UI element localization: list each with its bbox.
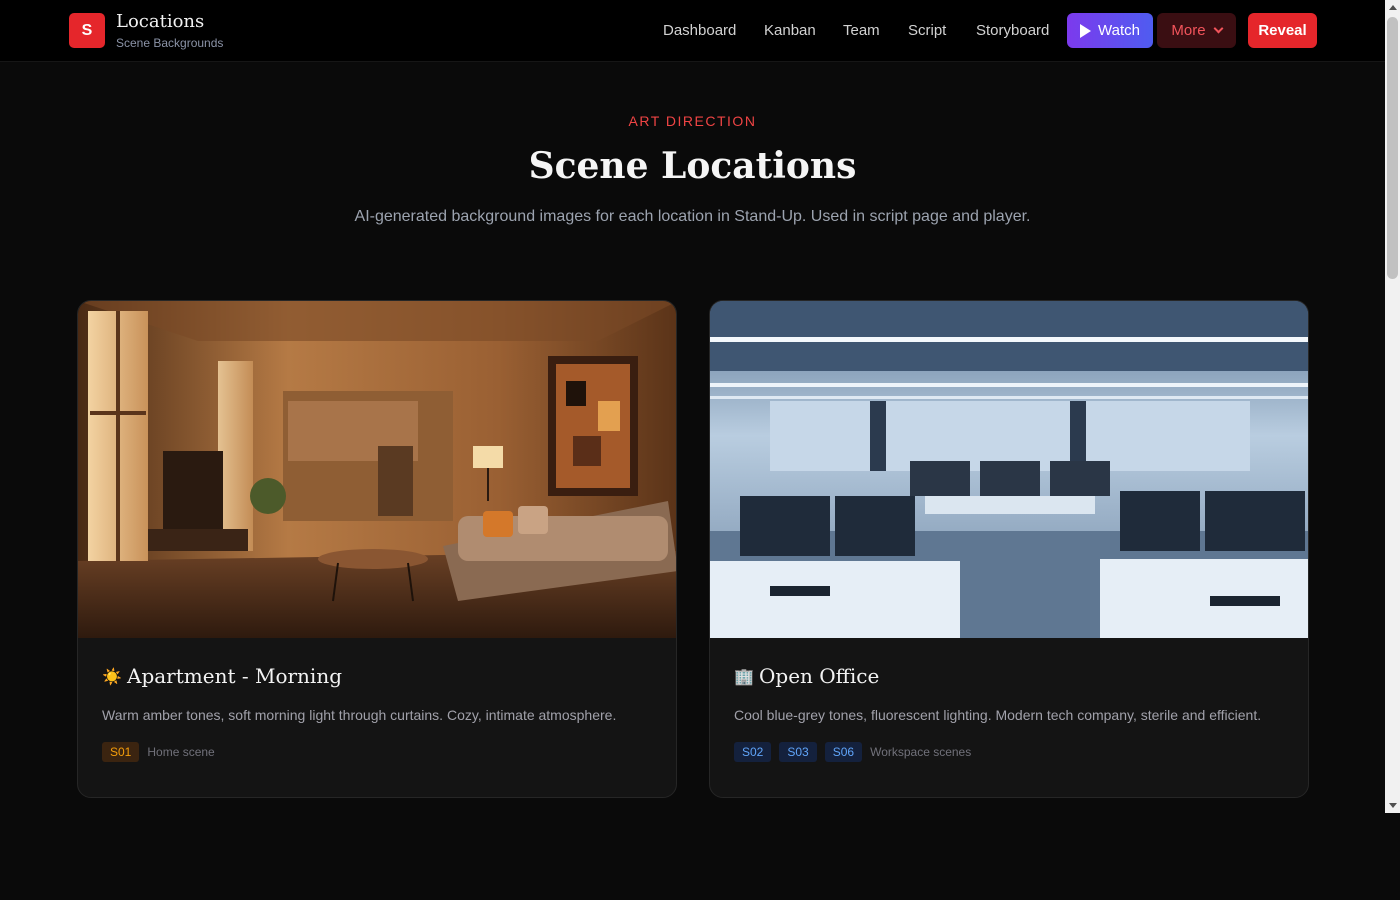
- scroll-down-arrow-icon[interactable]: [1389, 803, 1397, 808]
- card-title-row: 🏢 Open Office: [734, 661, 1286, 691]
- scene-tag[interactable]: S06: [824, 742, 863, 762]
- scene-tags: S02 S03 S06 Workspace scenes: [734, 742, 1286, 762]
- logo-letter: S: [81, 21, 93, 39]
- sun-icon: ☀️: [102, 666, 122, 686]
- scroll-up-arrow-icon[interactable]: [1389, 5, 1397, 10]
- card-description: Cool blue-grey tones, fluorescent lighti…: [734, 707, 1262, 723]
- scene-tag[interactable]: S02: [734, 742, 772, 762]
- nav-link-team[interactable]: Team: [843, 22, 880, 39]
- section-eyebrow: ART DIRECTION: [628, 113, 757, 129]
- card-title-row: ☀️ Apartment - Morning: [102, 661, 654, 691]
- watch-button-label: Watch: [1098, 22, 1140, 39]
- tag-note: Workspace scenes: [870, 745, 972, 759]
- nav-link-script[interactable]: Script: [908, 22, 946, 39]
- more-menu-button[interactable]: More: [1157, 13, 1236, 48]
- scene-tags: S01 Home scene: [102, 742, 654, 762]
- scene-tag[interactable]: S01: [102, 742, 140, 762]
- page-title: Scene Locations: [528, 145, 857, 187]
- scene-tag[interactable]: S03: [779, 742, 817, 762]
- top-navigation-bar: S Locations Scene Backgrounds Dashboard …: [0, 0, 1385, 62]
- reveal-button[interactable]: Reveal: [1248, 13, 1317, 48]
- chevron-down-icon: [1213, 23, 1224, 34]
- tag-note: Home scene: [147, 745, 215, 759]
- card-description: Warm amber tones, soft morning light thr…: [102, 707, 617, 723]
- watch-button[interactable]: Watch: [1067, 13, 1153, 48]
- brand-subtitle: Scene Backgrounds: [116, 36, 224, 50]
- page-description: AI-generated background images for each …: [354, 208, 1031, 225]
- vertical-scrollbar[interactable]: [1385, 0, 1400, 813]
- nav-link-dashboard[interactable]: Dashboard: [663, 22, 736, 39]
- card-body: 🏢 Open Office Cool blue-grey tones, fluo…: [734, 661, 1286, 762]
- logo-badge[interactable]: S: [69, 13, 105, 48]
- apartment-background-image: [78, 301, 676, 638]
- scrollbar-corner: [1385, 813, 1400, 900]
- more-button-label: More: [1171, 22, 1206, 39]
- location-card-apartment[interactable]: ☀️ Apartment - Morning Warm amber tones,…: [77, 300, 677, 798]
- card-body: ☀️ Apartment - Morning Warm amber tones,…: [102, 661, 654, 762]
- scrollbar-thumb[interactable]: [1387, 17, 1398, 279]
- card-title: Open Office: [759, 664, 880, 688]
- office-background-image: [710, 301, 1308, 638]
- location-card-open-office[interactable]: 🏢 Open Office Cool blue-grey tones, fluo…: [709, 300, 1309, 798]
- brand-title: Locations: [116, 11, 205, 32]
- office-building-icon: 🏢: [734, 666, 754, 686]
- card-title: Apartment - Morning: [127, 664, 342, 688]
- play-icon: [1080, 23, 1092, 38]
- nav-link-kanban[interactable]: Kanban: [764, 22, 816, 39]
- nav-link-storyboard[interactable]: Storyboard: [976, 22, 1049, 39]
